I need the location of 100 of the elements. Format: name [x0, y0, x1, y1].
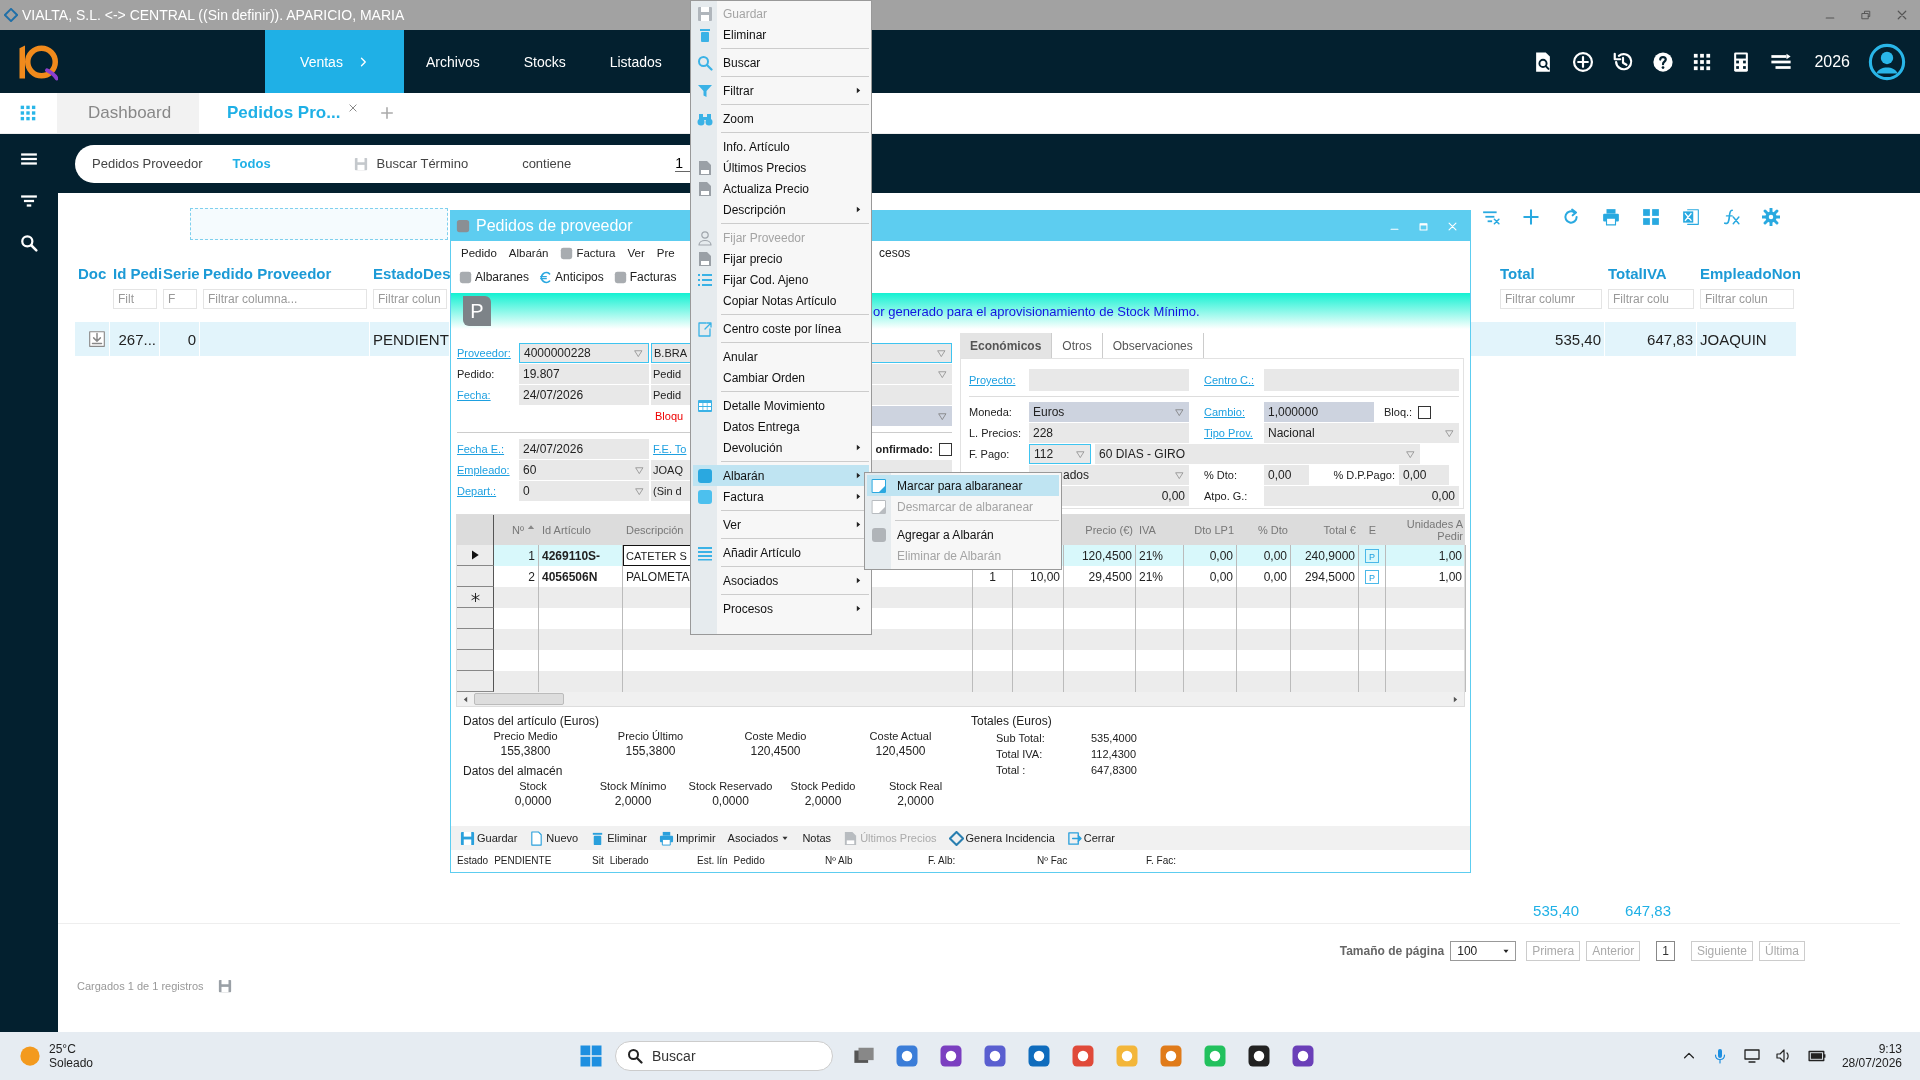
menu-item[interactable]: Factura: [560, 246, 616, 260]
history-icon[interactable]: [1612, 50, 1635, 73]
menu-item[interactable]: Datos Entrega: [693, 416, 869, 437]
dropdown-field[interactable]: 60 DIAS - GIRO: [1095, 444, 1420, 464]
toolbar-button[interactable]: Facturas: [613, 270, 677, 284]
input-field[interactable]: 19.807: [519, 364, 649, 384]
filter-field[interactable]: Filt: [113, 289, 157, 309]
row-header[interactable]: [457, 545, 494, 566]
toolbar-button[interactable]: Genera Incidencia: [943, 830, 1060, 846]
menu-item[interactable]: Centro coste por línea: [693, 318, 869, 339]
menu-item[interactable]: Actualiza Precio: [693, 178, 869, 199]
help-icon[interactable]: [1652, 50, 1675, 73]
menu-item[interactable]: Cambiar Orden: [693, 367, 869, 388]
filter-field[interactable]: F: [163, 289, 197, 309]
horizontal-scrollbar[interactable]: [457, 692, 1464, 706]
operator-selector[interactable]: contiene: [522, 156, 572, 171]
toolbar-button[interactable]: Imprimir: [653, 830, 721, 846]
tab[interactable]: Otros: [1052, 333, 1103, 358]
download-icon[interactable]: [88, 330, 106, 348]
nav-tab[interactable]: Stocks: [501, 30, 588, 93]
input-field[interactable]: 24/07/2026: [519, 439, 649, 459]
page-size-dropdown[interactable]: 100: [1450, 941, 1517, 961]
menu-item[interactable]: Albarán: [693, 465, 869, 486]
menu-item[interactable]: Últimos Precios: [693, 157, 869, 178]
row-header[interactable]: [457, 650, 494, 671]
toolbar-button[interactable]: Albaranes: [459, 270, 530, 284]
menu-icon[interactable]: [20, 150, 38, 168]
dropdown-field[interactable]: 60: [519, 460, 649, 480]
menu-item[interactable]: cesos: [879, 246, 911, 260]
row-header[interactable]: [457, 671, 494, 692]
menu-item[interactable]: Descripción: [693, 199, 869, 220]
row-header[interactable]: [457, 608, 494, 629]
menu-item[interactable]: Copiar Notas Artículo: [693, 290, 869, 311]
refresh-icon[interactable]: [1562, 207, 1580, 226]
spreadsheet-icon[interactable]: [1682, 207, 1700, 226]
dropdown-field[interactable]: Euros: [1029, 402, 1189, 422]
year-selector[interactable]: 2026: [1814, 52, 1850, 71]
filter-field[interactable]: Filtrar columr: [1500, 289, 1602, 309]
search-icon[interactable]: [20, 234, 38, 252]
close-icon[interactable]: [1896, 9, 1908, 21]
menu-item[interactable]: Detalle Movimiento: [693, 395, 869, 416]
speaker-icon[interactable]: [1775, 1048, 1792, 1064]
monitor-icon[interactable]: [1743, 1048, 1760, 1064]
menu-item[interactable]: Devolución: [693, 437, 869, 458]
filter-field[interactable]: Filtrar columna...: [203, 289, 367, 309]
menu-item[interactable]: Zoom: [693, 108, 869, 129]
dropdown-field[interactable]: 112: [1029, 444, 1091, 464]
row-header[interactable]: [457, 629, 494, 650]
filter-field[interactable]: Filtrar colun: [373, 289, 447, 309]
filter-icon[interactable]: [20, 192, 38, 210]
menu-item[interactable]: Procesos: [693, 598, 869, 619]
column-header[interactable]: % Dto: [1258, 524, 1288, 536]
restore-icon[interactable]: [1860, 9, 1872, 21]
app-icon[interactable]: [1247, 1044, 1271, 1068]
checkbox[interactable]: [1418, 405, 1432, 419]
toolbar-button[interactable]: Anticipos: [539, 270, 604, 284]
save-icon[interactable]: [217, 979, 232, 993]
tab[interactable]: Observaciones: [1102, 333, 1204, 358]
avatar-icon[interactable]: [1868, 42, 1906, 81]
toolbar-button[interactable]: Eliminar: [585, 830, 652, 846]
page-number[interactable]: 1: [1656, 941, 1675, 961]
menu-item[interactable]: Marcar para albaranear: [867, 475, 1059, 496]
nav-tab[interactable]: Listados: [587, 30, 684, 93]
row-header[interactable]: [457, 566, 494, 587]
menu-item[interactable]: Buscar: [693, 52, 869, 73]
view-label[interactable]: Pedidos Proveedor: [92, 156, 203, 171]
filter-field[interactable]: Filtrar colun: [1700, 289, 1794, 309]
start-icon[interactable]: [579, 1044, 603, 1068]
dropdown-field[interactable]: Nacional: [1264, 423, 1459, 443]
menu-item[interactable]: Ver: [627, 246, 645, 260]
menu-item[interactable]: Agregar a Albarán: [867, 524, 1059, 545]
menu-item[interactable]: Info. Artículo: [693, 136, 869, 157]
scroll-left-icon[interactable]: [461, 694, 470, 704]
clock-time[interactable]: 9:13: [1878, 1042, 1902, 1056]
menu-item[interactable]: Pedido: [461, 246, 497, 260]
menu-item[interactable]: Pre: [656, 246, 675, 260]
input-field[interactable]: 1,000000: [1264, 402, 1374, 422]
clock-date[interactable]: 28/07/2026: [1841, 1056, 1902, 1070]
menu-item[interactable]: Fijar Cod. Ajeno: [693, 269, 869, 290]
menu-item[interactable]: Anular: [693, 346, 869, 367]
scroll-right-icon[interactable]: [1451, 694, 1460, 704]
input-field[interactable]: 0,00: [1264, 465, 1309, 485]
printer-icon[interactable]: [1602, 207, 1620, 226]
settings-icon[interactable]: [1762, 207, 1780, 226]
toolbar-button[interactable]: Cerrar: [1061, 830, 1120, 846]
input-field[interactable]: 228: [1029, 423, 1189, 443]
menu-item[interactable]: Eliminar: [693, 24, 869, 45]
toolbar-button[interactable]: Asociados: [722, 832, 796, 844]
filter-field[interactable]: Filtrar colu: [1608, 289, 1694, 309]
row-header[interactable]: [457, 587, 494, 608]
input-field[interactable]: 24/07/2026: [519, 385, 649, 405]
nav-tab[interactable]: Archivos: [404, 30, 502, 93]
menu-item[interactable]: Filtrar: [693, 80, 869, 101]
checkbox[interactable]: [939, 442, 952, 456]
apps-icon[interactable]: [1692, 51, 1713, 72]
input-field[interactable]: 0,00: [1399, 465, 1449, 485]
input-field[interactable]: 0,00: [1264, 486, 1459, 506]
close-icon[interactable]: [348, 103, 359, 113]
toolbar-button[interactable]: Guardar: [455, 830, 523, 846]
toolbar-button[interactable]: Nuevo: [524, 830, 584, 846]
